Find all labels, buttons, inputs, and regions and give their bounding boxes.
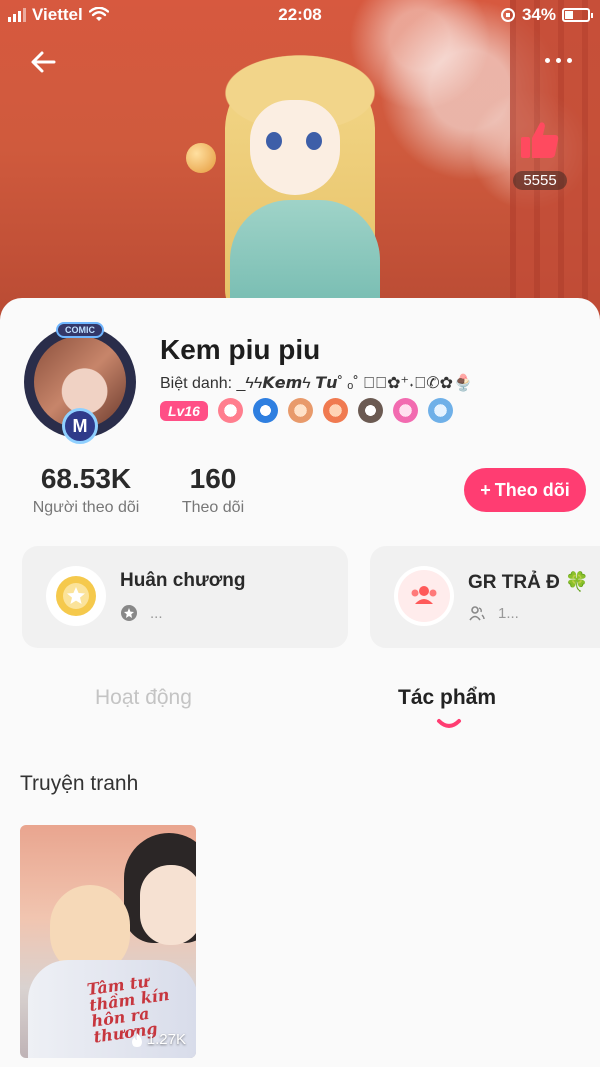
battery-icon	[562, 8, 593, 22]
following-stat[interactable]: 160 Theo dõi	[170, 463, 256, 517]
cover-art	[140, 865, 196, 945]
nickname-value: _ϟϟ𝙆𝙚𝙢ϟ 𝙏𝙪˚ ₒ˚ 𝙞⃠✿⁺˖⌕✆✿🍨	[236, 375, 473, 392]
profile-nickname: Biệt danh: _ϟϟ𝙆𝙚𝙢ϟ 𝙏𝙪˚ ₒ˚ 𝙞⃠✿⁺˖⌕✆✿🍨	[160, 373, 473, 393]
bronze-medal-icon[interactable]	[287, 398, 313, 423]
follow-button[interactable]: + Theo dõi	[464, 468, 586, 512]
thumbs-up-icon	[521, 122, 559, 158]
blue-wing-medal-icon[interactable]	[427, 398, 453, 423]
back-button[interactable]	[24, 42, 64, 82]
level-badge[interactable]: Lv16	[160, 400, 208, 421]
profile-tabs: Hoạt động Tác phẩm	[0, 680, 600, 730]
members-icon	[469, 606, 485, 621]
section-title: Truyện tranh	[20, 772, 139, 795]
following-label: Theo dõi	[181, 499, 245, 516]
comic-cover[interactable]: Tâm tư thầm kín hôn ra thương 1.27K	[20, 825, 196, 1058]
avatar[interactable]: COMIC M	[18, 320, 142, 444]
follow-button-label: Theo dõi	[494, 479, 570, 500]
followers-stat[interactable]: 68.53K Người theo dõi	[24, 463, 148, 517]
avatar-frame-label: COMIC	[56, 322, 104, 338]
medal-small-icon	[121, 605, 137, 621]
group-tile-subtitle: 1...	[498, 604, 519, 622]
medal-star-icon	[46, 566, 106, 626]
followers-label: Người theo dõi	[32, 499, 140, 516]
flame-icon	[131, 1032, 142, 1047]
profile-card: COMIC M Kem piu piu Biệt danh: _ϟϟ𝙆𝙚𝙢ϟ 𝙏…	[0, 298, 600, 1067]
medals-tile-subtitle: ...	[150, 604, 163, 622]
more-dot-icon	[555, 57, 561, 63]
banner-character-eye	[266, 132, 282, 150]
profile-name: Kem piu piu	[160, 334, 321, 365]
group-tile-title: GR TRẢ Đ 🍀	[468, 572, 589, 593]
blue-flame-medal-icon[interactable]	[252, 398, 278, 423]
more-dot-icon	[544, 57, 550, 63]
status-bar: Viettel 22:08 34%	[0, 0, 600, 32]
cover-views-count: 1.27K	[146, 1031, 186, 1048]
back-arrow-icon	[31, 51, 56, 73]
tab-activity[interactable]: Hoạt động	[95, 686, 192, 710]
followers-count: 68.53K	[40, 463, 132, 494]
more-options-button[interactable]	[536, 48, 580, 72]
like-button[interactable]: 5555	[506, 118, 574, 190]
plus-icon: +	[480, 479, 491, 500]
nickname-label: Biệt danh:	[160, 375, 233, 392]
medals-tile[interactable]: Huân chương ...	[22, 546, 348, 648]
active-tab-indicator	[437, 719, 461, 728]
avatar-frame-badge: M	[62, 408, 98, 444]
cover-views: 1.27K	[130, 1031, 186, 1048]
following-count: 160	[189, 463, 237, 494]
battery-percent: 34%	[521, 5, 556, 24]
bunny-medal-icon[interactable]	[217, 398, 243, 423]
group-tile[interactable]: GR TRẢ Đ 🍀 1...	[370, 546, 600, 648]
pink-gem-medal-icon[interactable]	[392, 398, 418, 423]
orientation-lock-icon	[500, 8, 515, 22]
tab-works[interactable]: Tác phẩm	[398, 686, 496, 710]
group-icon	[394, 566, 454, 626]
skull-medal-icon[interactable]	[357, 398, 383, 423]
banner-orb	[186, 143, 216, 173]
orange-wing-medal-icon[interactable]	[322, 398, 348, 423]
badge-row: Lv16	[160, 398, 453, 423]
banner-character-eye	[306, 132, 322, 150]
like-count: 5555	[513, 171, 567, 190]
more-dot-icon	[566, 57, 572, 63]
banner-character-face	[250, 100, 340, 195]
medals-tile-title: Huân chương	[120, 570, 246, 591]
